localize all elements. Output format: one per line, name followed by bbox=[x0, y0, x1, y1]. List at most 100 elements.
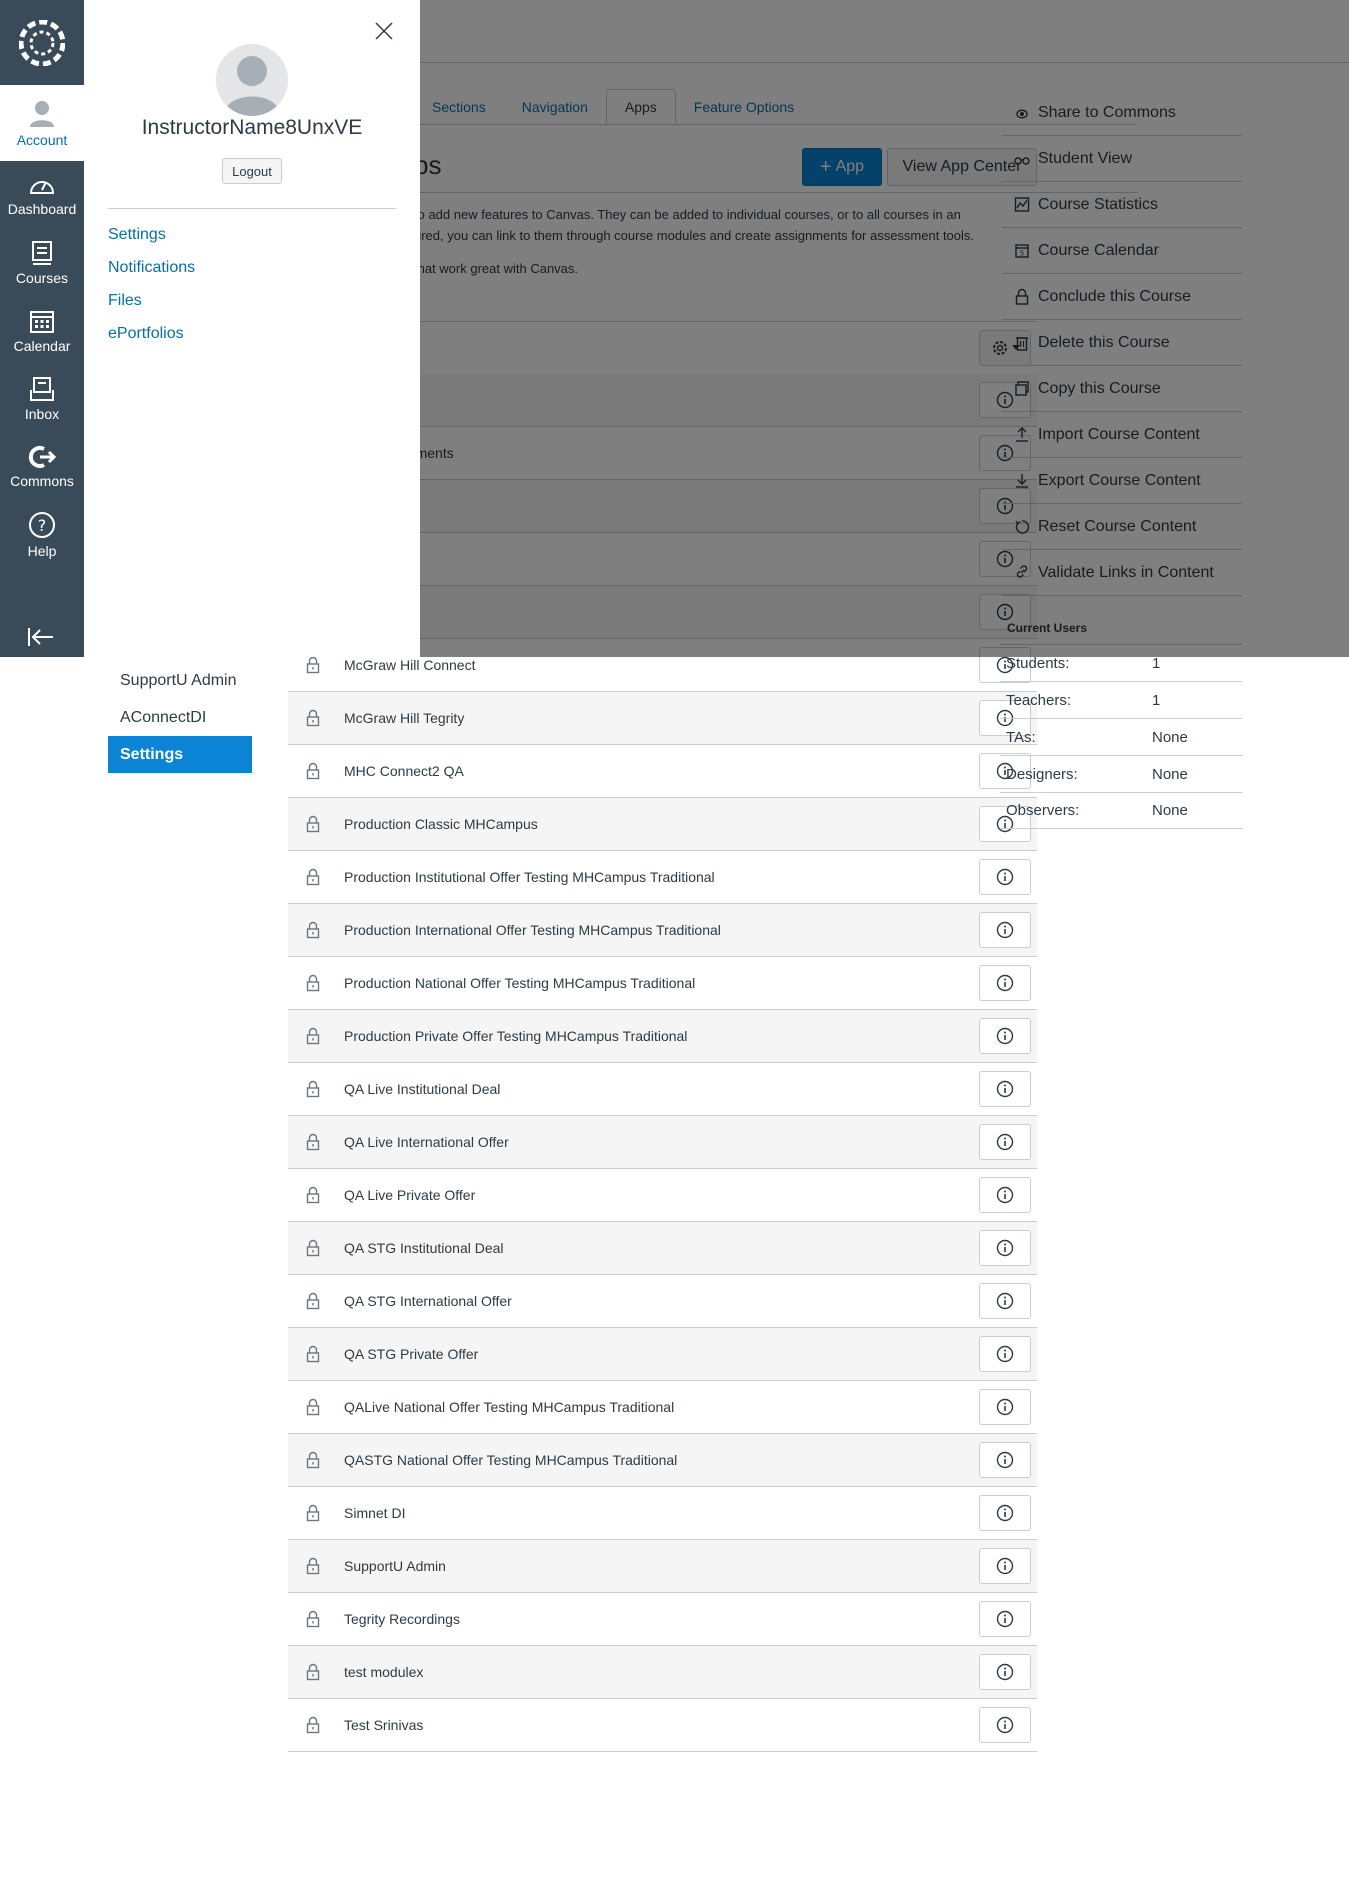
lock-icon bbox=[288, 1292, 338, 1310]
app-info-button[interactable] bbox=[979, 859, 1031, 895]
user-role-label: Students: bbox=[1006, 654, 1070, 672]
app-name: QA Live Private Offer bbox=[344, 1187, 476, 1203]
app-info-button[interactable] bbox=[979, 1389, 1031, 1425]
lock-icon bbox=[288, 1504, 338, 1522]
svg-text:?: ? bbox=[38, 516, 47, 535]
app-row: QASTG National Offer Testing MHCampus Tr… bbox=[288, 1434, 1037, 1487]
app-info-button[interactable] bbox=[979, 1071, 1031, 1107]
app-name: Simnet DI bbox=[344, 1505, 406, 1521]
course-nav-aconnectdi[interactable]: AConnectDI bbox=[108, 699, 252, 736]
info-icon bbox=[996, 1133, 1014, 1151]
course-nav-supportu-admin[interactable]: SupportU Admin bbox=[108, 662, 252, 699]
global-nav-dashboard-label: Dashboard bbox=[7, 201, 77, 217]
app-name: QA Live Institutional Deal bbox=[344, 1081, 501, 1097]
canvas-logo[interactable] bbox=[0, 0, 84, 85]
global-nav-commons-label: Commons bbox=[10, 473, 74, 489]
app-name: QA STG Institutional Deal bbox=[344, 1240, 504, 1256]
app-info-button[interactable] bbox=[979, 1177, 1031, 1213]
tray-link-notifications[interactable]: Notifications bbox=[108, 251, 195, 284]
user-role-count: 1 bbox=[1152, 691, 1161, 709]
app-row: Production Institutional Offer Testing M… bbox=[288, 851, 1037, 904]
info-icon bbox=[996, 1345, 1014, 1363]
app-info-button[interactable] bbox=[979, 1601, 1031, 1637]
close-icon[interactable] bbox=[373, 20, 395, 42]
info-icon bbox=[996, 1186, 1014, 1204]
app-name: McGraw Hill Connect bbox=[344, 657, 476, 673]
app-info-button[interactable] bbox=[979, 1283, 1031, 1319]
lock-icon bbox=[288, 1080, 338, 1098]
global-nav-help[interactable]: ? Help bbox=[0, 501, 84, 569]
app-row: McGraw Hill Tegrity bbox=[288, 692, 1037, 745]
app-row: Test Srinivas bbox=[288, 1699, 1037, 1752]
lock-icon bbox=[288, 1027, 338, 1045]
user-name: InstructorName8UnxVE bbox=[141, 116, 363, 139]
app-info-button[interactable] bbox=[979, 965, 1031, 1001]
app-info-button[interactable] bbox=[979, 1548, 1031, 1584]
app-row: QA STG International Offer bbox=[288, 1275, 1037, 1328]
tray-link-eportfolios[interactable]: ePortfolios bbox=[108, 317, 195, 350]
app-info-button[interactable] bbox=[979, 1442, 1031, 1478]
app-name: QA STG International Offer bbox=[344, 1293, 512, 1309]
app-name: QALive National Offer Testing MHCampus T… bbox=[344, 1399, 675, 1415]
tray-link-settings[interactable]: Settings bbox=[108, 218, 195, 251]
info-icon bbox=[996, 1080, 1014, 1098]
app-info-button[interactable] bbox=[979, 1336, 1031, 1372]
global-nav-dashboard[interactable]: Dashboard bbox=[0, 161, 84, 229]
course-navigation: SupportU Admin AConnectDI Settings bbox=[108, 662, 252, 773]
current-users-row: Observers: None bbox=[1000, 792, 1242, 829]
lock-icon bbox=[288, 1557, 338, 1575]
user-role-count: None bbox=[1152, 728, 1188, 746]
user-role-count: 1 bbox=[1152, 654, 1161, 672]
info-icon bbox=[996, 1398, 1014, 1416]
info-icon bbox=[996, 1716, 1014, 1734]
app-info-button[interactable] bbox=[979, 1230, 1031, 1266]
app-row: Tegrity Recordings bbox=[288, 1593, 1037, 1646]
app-row: test modulex bbox=[288, 1646, 1037, 1699]
global-nav-help-label: Help bbox=[27, 543, 57, 559]
app-info-button[interactable] bbox=[979, 1495, 1031, 1531]
app-name: QA Live International Offer bbox=[344, 1134, 509, 1150]
help-icon: ? bbox=[29, 512, 55, 538]
dashboard-icon bbox=[29, 181, 55, 194]
info-icon bbox=[996, 1557, 1014, 1575]
user-role-count: None bbox=[1152, 802, 1188, 819]
app-info-button[interactable] bbox=[979, 1018, 1031, 1054]
app-row: QA STG Institutional Deal bbox=[288, 1222, 1037, 1275]
user-role-count: None bbox=[1152, 765, 1188, 783]
account-tray: InstructorName8UnxVE Logout Settings Not… bbox=[84, 0, 420, 657]
tray-divider bbox=[108, 208, 396, 209]
app-name: Production Institutional Offer Testing M… bbox=[344, 869, 715, 885]
global-nav-calendar[interactable]: Calendar bbox=[0, 297, 84, 365]
user-role-label: Teachers: bbox=[1006, 691, 1072, 709]
app-name: QA STG Private Offer bbox=[344, 1346, 479, 1362]
lock-icon bbox=[288, 1451, 338, 1469]
global-navigation: Account Dashboard Courses Calendar Inbox… bbox=[0, 0, 84, 657]
global-nav-inbox[interactable]: Inbox bbox=[0, 365, 84, 433]
current-users-row: Teachers: 1 bbox=[1000, 681, 1242, 718]
app-name: test modulex bbox=[344, 1664, 424, 1680]
course-nav-settings[interactable]: Settings bbox=[108, 736, 252, 773]
app-info-button[interactable] bbox=[979, 912, 1031, 948]
current-users-table: Students: 1 Teachers: 1 TAs: None Designers: No… bbox=[1000, 644, 1242, 829]
global-nav-courses[interactable]: Courses bbox=[0, 229, 84, 297]
collapse-nav-icon[interactable] bbox=[27, 627, 55, 647]
global-nav-account[interactable]: Account bbox=[0, 85, 84, 161]
app-info-button[interactable] bbox=[979, 1654, 1031, 1690]
logout-button[interactable]: Logout bbox=[222, 158, 282, 184]
app-row: Production International Offer Testing M… bbox=[288, 904, 1037, 957]
app-row: Production Classic MHCampus bbox=[288, 798, 1037, 851]
lock-icon bbox=[288, 974, 338, 992]
app-name: MHC Connect2 QA bbox=[344, 763, 464, 779]
current-users-row: Designers: None bbox=[1000, 755, 1242, 792]
lock-icon bbox=[288, 815, 338, 833]
lock-icon bbox=[288, 709, 338, 727]
info-icon bbox=[996, 1451, 1014, 1469]
tray-link-files[interactable]: Files bbox=[108, 284, 195, 317]
lock-icon bbox=[288, 1663, 338, 1681]
app-info-button[interactable] bbox=[979, 1707, 1031, 1743]
app-row: SupportU Admin bbox=[288, 1540, 1037, 1593]
app-info-button[interactable] bbox=[979, 1124, 1031, 1160]
app-row: QA Live International Offer bbox=[288, 1116, 1037, 1169]
global-nav-account-label: Account bbox=[16, 132, 68, 148]
global-nav-commons[interactable]: Commons bbox=[0, 433, 84, 501]
